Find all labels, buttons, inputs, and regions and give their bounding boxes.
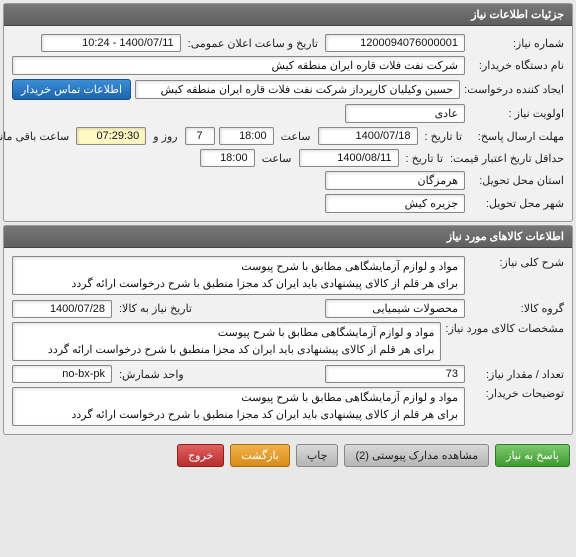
buyer-note-line2: برای هر قلم از کالای پیشنهادی باید ایران… [19,407,458,424]
group-label: گروه کالا: [469,302,564,315]
qty-label: تعداد / مقدار نیاز: [469,368,564,381]
buyer-note-value: مواد و لوازم آزمایشگاهی مطابق با شرح پیو… [12,387,465,426]
price-valid-time-value: 18:00 [200,149,255,167]
need-to-date-value: 1400/07/28 [12,300,112,318]
reply-to-need-button[interactable]: پاسخ به نیاز [495,444,570,467]
panel-items-info: اطلاعات کالاهای مورد نیاز شرح کلی نیاز: … [3,225,573,435]
action-button-bar: پاسخ به نیاز مشاهده مدارک پیوستی (2) چاپ… [0,438,576,473]
need-to-date-label: تاریخ نیاز به کالا: [116,302,195,315]
price-valid-date-value: 1400/08/11 [299,149,399,167]
hours-label: ساعت باقی مانده [0,130,72,143]
announce-label: تاریخ و ساعت اعلان عمومی: [185,37,321,50]
reply-date-value: 1400/07/18 [318,127,418,145]
qty-value: 73 [325,365,465,383]
to-date-label-2: تا تاریخ : [403,152,446,165]
group-value: محصولات شیمیایی [325,299,465,318]
item-spec-label: مشخصات کالای مورد نیاز: [445,322,564,335]
buyer-note-label: توضیحات خریدار: [469,387,564,400]
view-attachments-button[interactable]: مشاهده مدارک پیوستی (2) [344,444,489,467]
reply-deadline-label: مهلت ارسال پاسخ: [469,130,564,143]
days-label: روز و [150,130,180,143]
to-date-label-1: تا تاریخ : [422,130,465,143]
panel-need-details: جزئیات اطلاعات نیاز شماره نیاز: 12000940… [3,3,573,222]
unit-value: no-bx-pk [12,365,112,383]
exit-button[interactable]: خروج [177,444,224,467]
creator-label: ایجاد کننده درخواست: [464,83,564,96]
creator-value: حسین وکیلیان کارپرداز شرکت نفت فلات قاره… [135,80,460,99]
need-no-label: شماره نیاز: [469,37,564,50]
remaining-hours-value: 07:29:30 [76,127,146,145]
need-desc-value: مواد و لوازم آزمایشگاهی مطابق با شرح پیو… [12,256,465,295]
panel-items-info-header: اطلاعات کالاهای مورد نیاز [4,226,572,248]
item-spec-line1: مواد و لوازم آزمایشگاهی مطابق با شرح پیو… [19,325,434,342]
back-button[interactable]: بازگشت [230,444,290,467]
buyer-value: شرکت نفت فلات قاره ایران منطقه کیش [12,56,465,75]
province-label: استان محل تحویل: [469,174,564,187]
need-desc-line1: مواد و لوازم آزمایشگاهی مطابق با شرح پیو… [19,259,458,276]
priority-label: اولویت نیاز : [469,107,564,120]
remaining-days-value: 7 [185,127,215,145]
price-valid-time-label: ساعت [259,152,295,165]
panel-need-details-body: شماره نیاز: 1200094076000001 تاریخ و ساع… [4,26,572,221]
priority-value: عادی [345,104,465,123]
reply-time-value: 18:00 [219,127,274,145]
unit-label: واحد شمارش: [116,368,187,381]
city-label: شهر محل تحویل: [469,197,564,210]
item-spec-value: مواد و لوازم آزمایشگاهی مطابق با شرح پیو… [12,322,441,361]
province-value: هرمزگان [325,171,465,190]
print-button[interactable]: چاپ [296,444,339,467]
panel-need-details-header: جزئیات اطلاعات نیاز [4,4,572,26]
item-spec-line2: برای هر قلم از کالای پیشنهادی باید ایران… [19,342,434,359]
need-desc-line2: برای هر قلم از کالای پیشنهادی باید ایران… [19,276,458,293]
contact-buyer-button[interactable]: اطلاعات تماس خریدار [12,79,131,100]
panel-items-info-body: شرح کلی نیاز: مواد و لوازم آزمایشگاهی مط… [4,248,572,434]
need-desc-label: شرح کلی نیاز: [469,256,564,269]
city-value: جزیره کیش [325,194,465,213]
price-valid-label: حداقل تاریخ اعتبار قیمت: [450,152,564,165]
buyer-note-line1: مواد و لوازم آزمایشگاهی مطابق با شرح پیو… [19,390,458,407]
announce-value: 1400/07/11 - 10:24 [41,34,181,52]
buyer-label: نام دستگاه خریدار: [469,59,564,72]
need-no-value: 1200094076000001 [325,34,465,52]
reply-time-label: ساعت [278,130,314,143]
